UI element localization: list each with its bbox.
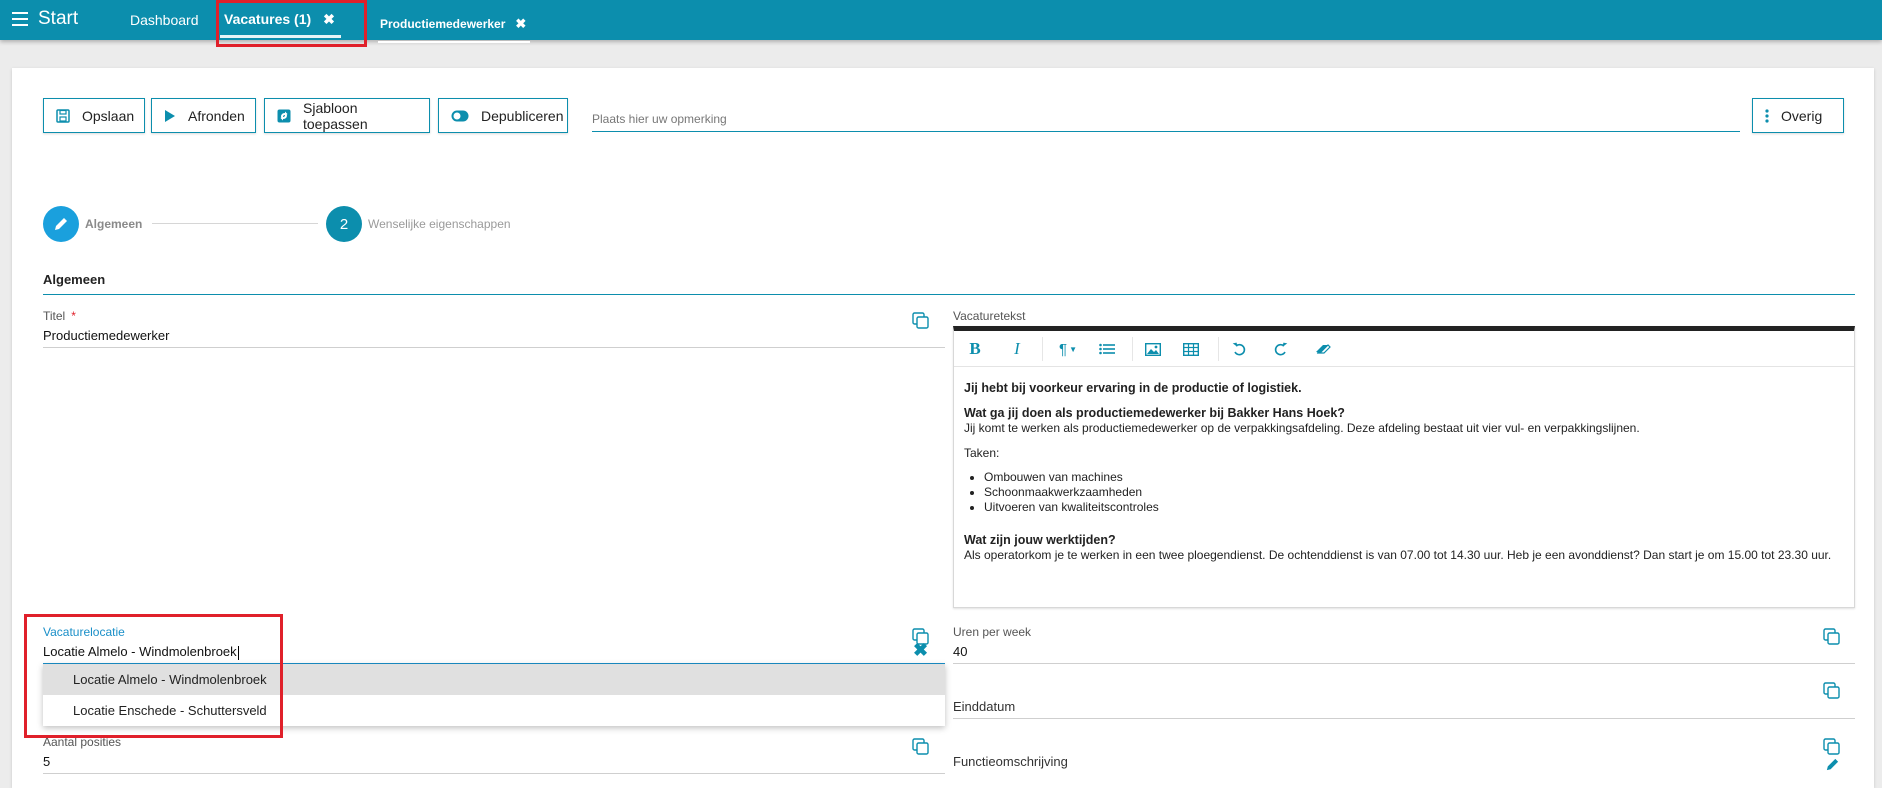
positions-underline bbox=[43, 773, 945, 774]
apply-template-label: Sjabloon toepassen bbox=[303, 99, 368, 132]
step-algemeen-label: Algemeen bbox=[85, 217, 143, 231]
template-icon bbox=[277, 109, 291, 123]
finish-button[interactable]: Afronden bbox=[151, 98, 256, 133]
toolbar-separator bbox=[1218, 337, 1219, 361]
title-input[interactable]: Productiemedewerker bbox=[43, 328, 169, 343]
tab-productiemedewerker[interactable]: Productiemedewerker ✖ bbox=[377, 4, 531, 44]
title-label: Titel * bbox=[43, 309, 76, 323]
save-button-label: Opslaan bbox=[82, 107, 135, 124]
depublish-button-label: Depubliceren bbox=[481, 107, 564, 124]
hours-underline bbox=[953, 663, 1855, 664]
list-icon[interactable] bbox=[1096, 337, 1118, 361]
hours-input[interactable]: 40 bbox=[953, 644, 967, 659]
vacancy-text-label: Vacaturetekst bbox=[953, 309, 1026, 323]
step-wenselijke-label: Wenselijke eigenschappen bbox=[368, 217, 511, 231]
editor-paragraph: Taken: bbox=[964, 446, 1000, 460]
remark-input[interactable] bbox=[592, 106, 1740, 132]
italic-icon[interactable]: I bbox=[1006, 337, 1028, 361]
clear-icon[interactable]: ✖ bbox=[913, 640, 928, 661]
rich-text-editor[interactable]: B I ¶ ▼ Jij hebt bij voorkeur ervaring i… bbox=[953, 326, 1855, 608]
toolbar-separator bbox=[1042, 337, 1043, 361]
list-item: Ombouwen van machines bbox=[984, 470, 1844, 485]
end-date-label[interactable]: Einddatum bbox=[953, 699, 1015, 714]
pencil-icon[interactable] bbox=[1825, 757, 1840, 772]
depublish-button[interactable]: Depubliceren bbox=[438, 98, 568, 133]
copy-icon[interactable] bbox=[912, 312, 929, 329]
tab-productiemedewerker-label: Productiemedewerker bbox=[380, 17, 506, 31]
editor-heading: Wat ga jij doen als productiemedewerker … bbox=[964, 406, 1345, 420]
eraser-icon[interactable] bbox=[1312, 337, 1334, 361]
location-label: Vacaturelocatie bbox=[43, 625, 125, 639]
hamburger-icon bbox=[12, 12, 28, 26]
section-divider bbox=[43, 294, 1855, 295]
tab-vacatures[interactable]: Vacatures (1) ✖ bbox=[220, 0, 341, 38]
editor-toolbar: B I ¶ ▼ bbox=[954, 331, 1854, 367]
list-item: Schoonmaakwerkzaamheden bbox=[984, 485, 1844, 500]
more-button[interactable]: Overig bbox=[1752, 98, 1844, 133]
copy-icon[interactable] bbox=[1823, 628, 1840, 645]
paragraph-icon[interactable]: ¶ ▼ bbox=[1052, 337, 1084, 361]
close-icon[interactable]: ✖ bbox=[323, 11, 335, 28]
undo-icon[interactable] bbox=[1228, 337, 1250, 361]
redo-icon[interactable] bbox=[1270, 337, 1292, 361]
editor-content[interactable]: Jij hebt bij voorkeur ervaring in de pro… bbox=[964, 381, 1844, 563]
editor-paragraph: Jij komt te werken als productiemedewerk… bbox=[964, 421, 1640, 435]
tab-dashboard-label: Dashboard bbox=[130, 12, 199, 28]
step-number: 2 bbox=[326, 206, 362, 242]
hours-label: Uren per week bbox=[953, 625, 1032, 639]
step-algemeen[interactable]: Algemeen bbox=[43, 206, 142, 242]
dropdown-option[interactable]: Locatie Enschede - Schuttersveld bbox=[43, 695, 945, 726]
positions-label: Aantal posities bbox=[43, 735, 122, 749]
function-description-label[interactable]: Functieomschrijving bbox=[953, 754, 1068, 769]
toolbar-separator bbox=[1132, 337, 1133, 361]
start-menu-label: Start bbox=[38, 8, 79, 29]
list-item: Uitvoeren van kwaliteitscontroles bbox=[984, 500, 1844, 515]
title-underline bbox=[43, 347, 945, 348]
copy-icon[interactable] bbox=[1823, 682, 1840, 699]
editor-heading: Wat zijn jouw werktijden? bbox=[964, 533, 1116, 547]
pencil-icon bbox=[43, 206, 79, 242]
more-button-label: Overig bbox=[1781, 107, 1823, 124]
text-caret bbox=[237, 645, 239, 660]
play-icon bbox=[164, 109, 176, 123]
location-input-value: Locatie Almelo - Windmolenbroek bbox=[43, 644, 237, 659]
editor-list: Ombouwen van machines Schoonmaakwerkzaam… bbox=[984, 470, 1844, 515]
copy-icon[interactable] bbox=[912, 738, 929, 755]
table-icon[interactable] bbox=[1180, 337, 1202, 361]
start-menu-button[interactable]: Start bbox=[12, 6, 78, 32]
image-icon[interactable] bbox=[1142, 337, 1164, 361]
save-button[interactable]: Opslaan bbox=[43, 98, 145, 133]
vertical-dots-icon bbox=[1765, 108, 1769, 123]
editor-paragraph: Jij hebt bij voorkeur ervaring in de pro… bbox=[964, 381, 1302, 395]
required-marker: * bbox=[71, 309, 76, 323]
editor-paragraph: Als operatorkom je te werken in een twee… bbox=[964, 548, 1832, 562]
end-date-underline bbox=[953, 718, 1855, 719]
tab-dashboard[interactable]: Dashboard bbox=[130, 0, 199, 40]
copy-icon[interactable] bbox=[1823, 738, 1840, 755]
stepper-connector bbox=[152, 223, 318, 224]
title-label-text: Titel bbox=[43, 309, 66, 323]
apply-template-button[interactable]: Sjabloon toepassen bbox=[264, 98, 430, 133]
main-card: Opslaan Afronden Sjabloon toepassen Depu… bbox=[12, 68, 1874, 788]
save-icon bbox=[56, 108, 70, 123]
location-dropdown: Locatie Almelo - Windmolenbroek Locatie … bbox=[43, 664, 945, 726]
bold-icon[interactable]: B bbox=[964, 337, 986, 361]
toggle-icon bbox=[451, 110, 469, 122]
location-input[interactable]: Locatie Almelo - Windmolenbroek bbox=[43, 644, 239, 660]
tab-vacatures-label: Vacatures (1) bbox=[224, 11, 312, 27]
step-wenselijke-eigenschappen[interactable]: 2 Wenselijke eigenschappen bbox=[326, 206, 511, 242]
top-bar: Start Dashboard Vacatures (1) ✖ Producti… bbox=[0, 0, 1882, 43]
positions-input[interactable]: 5 bbox=[43, 754, 50, 769]
section-title: Algemeen bbox=[43, 272, 106, 287]
close-icon[interactable]: ✖ bbox=[515, 16, 526, 32]
dropdown-option[interactable]: Locatie Almelo - Windmolenbroek bbox=[43, 664, 945, 695]
finish-button-label: Afronden bbox=[188, 107, 245, 124]
